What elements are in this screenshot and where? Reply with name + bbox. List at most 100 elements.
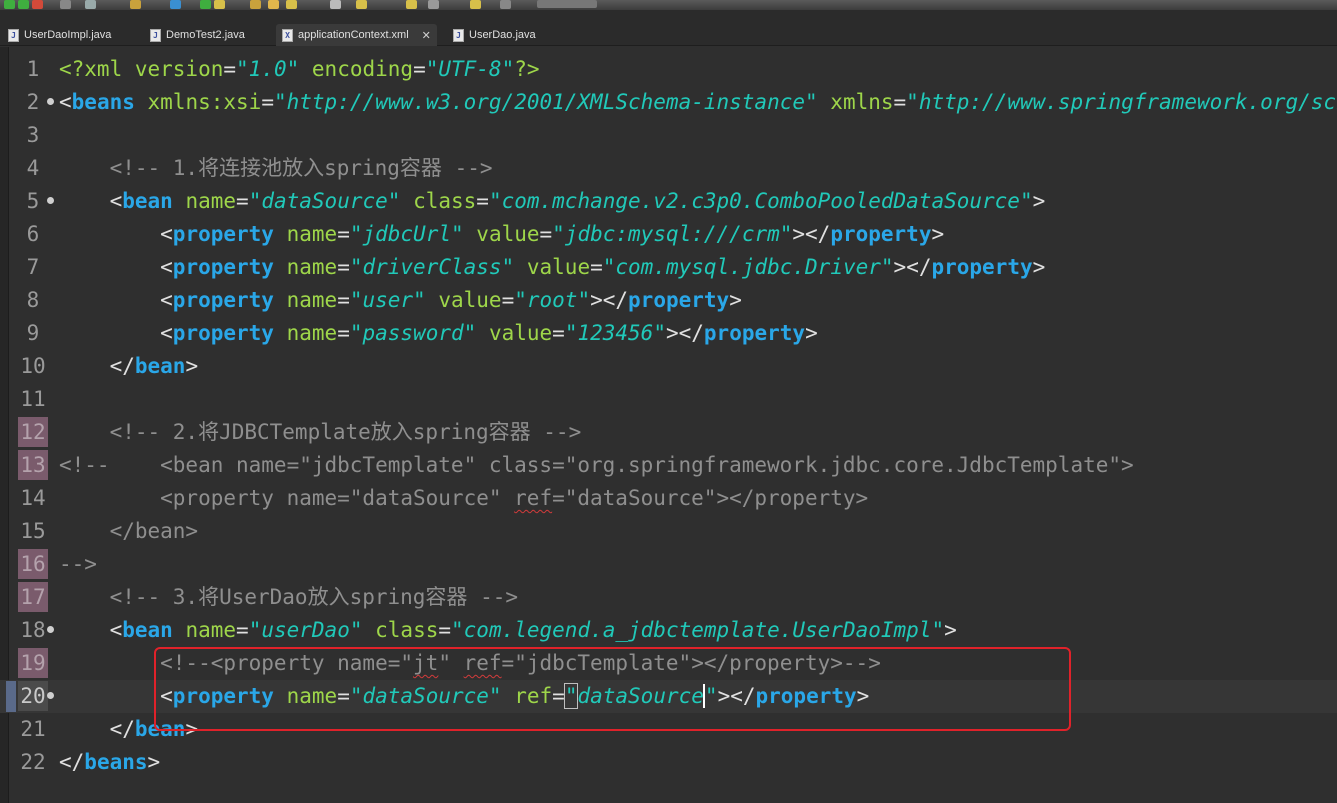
code-text[interactable]: <!-- 3.将UserDao放入spring容器 --> <box>59 581 518 614</box>
toolbar-button-icon[interactable] <box>330 0 341 9</box>
toolbar-button-icon[interactable] <box>500 0 511 9</box>
fold-toggle-icon[interactable] <box>47 692 54 699</box>
code-text[interactable]: <property name="password" value="123456"… <box>59 317 818 350</box>
code-line[interactable]: 9 <property name="password" value="12345… <box>0 317 1337 350</box>
tab-applicationcontext-xml[interactable]: XapplicationContext.xml ✕ <box>276 24 437 46</box>
toolbar-button-icon[interactable] <box>32 0 43 9</box>
code-token: > <box>185 717 199 741</box>
code-line[interactable]: 3 <box>0 119 1337 152</box>
code-text[interactable]: <!-- 2.将JDBCTemplate放入spring容器 --> <box>59 416 582 449</box>
line-number: 3 <box>26 123 40 147</box>
fold-toggle-icon[interactable] <box>47 626 54 633</box>
code-text[interactable]: <property name="jdbcUrl" value="jdbc:mys… <box>59 218 944 251</box>
toolbar-button-icon[interactable] <box>60 0 71 9</box>
code-text[interactable]: <property name="driverClass" value="com.… <box>59 251 1045 284</box>
code-text[interactable]: <property name="user" value="root"></pro… <box>59 284 742 317</box>
code-line[interactable]: 21 </bean> <box>0 713 1337 746</box>
code-text[interactable]: <?xml version="1.0" encoding="UTF-8"?> <box>59 53 540 86</box>
code-line[interactable]: 19 <!--<property name="jt" ref="jdbcTemp… <box>0 647 1337 680</box>
code-token: value <box>488 321 553 345</box>
toolbar-button-icon[interactable] <box>428 0 439 9</box>
line-number: 19 <box>18 648 48 678</box>
code-text[interactable]: </bean> <box>59 350 199 383</box>
code-token: name <box>286 288 338 312</box>
code-line[interactable]: 6 <property name="jdbcUrl" value="jdbc:m… <box>0 218 1337 251</box>
tab-demotest2-java[interactable]: J DemoTest2.java <box>144 24 251 46</box>
code-token: value <box>438 288 502 312</box>
code-token: "dataSource" <box>349 684 502 708</box>
code-text[interactable]: --> <box>59 548 97 581</box>
tab-userdao-java[interactable]: J UserDao.java <box>447 24 542 46</box>
code-line[interactable]: 16 --> <box>0 548 1337 581</box>
code-line[interactable]: 4 <!-- 1.将连接池放入spring容器 --> <box>0 152 1337 185</box>
code-text[interactable]: <!-- <bean name="jdbcTemplate" class="or… <box>59 449 1134 482</box>
code-line[interactable]: 1 <?xml version="1.0" encoding="UTF-8"?> <box>0 53 1337 86</box>
toolbar-button-icon[interactable] <box>18 0 29 9</box>
code-line[interactable]: 2 <beans xmlns:xsi="http://www.w3.org/200… <box>0 86 1337 119</box>
code-line[interactable]: 15 </bean> <box>0 515 1337 548</box>
code-token: > <box>931 222 945 246</box>
toolbar-button-icon[interactable] <box>356 0 367 9</box>
code-text[interactable]: </beans> <box>59 746 160 779</box>
code-line[interactable]: 17 <!-- 3.将UserDao放入spring容器 --> <box>0 581 1337 614</box>
code-line[interactable]: 13 <!-- <bean name="jdbcTemplate" class="… <box>0 449 1337 482</box>
code-token: = <box>590 255 603 279</box>
code-token: ?> <box>514 57 540 81</box>
line-number: 18 <box>20 618 46 642</box>
tab-userdaoimpl-java[interactable]: J UserDaoImpl.java <box>2 24 117 46</box>
code-line[interactable]: 22 </beans> <box>0 746 1337 779</box>
code-token: ></ <box>893 255 932 279</box>
code-token: > <box>1032 255 1046 279</box>
code-text[interactable]: <beans xmlns:xsi="http://www.w3.org/2001… <box>59 86 1337 119</box>
code-line[interactable]: 14 <property name="dataSource" ref="data… <box>0 482 1337 515</box>
toolbar-button-icon[interactable] <box>286 0 297 9</box>
code-text[interactable]: <!--<property name="jt" ref="jdbcTemplat… <box>59 647 881 680</box>
code-line[interactable]: 7 <property name="driverClass" value="co… <box>0 251 1337 284</box>
toolbar-button-icon[interactable] <box>268 0 279 9</box>
toolbar-combo[interactable] <box>537 0 597 8</box>
code-token: property <box>172 684 274 708</box>
toolbar-button-icon[interactable] <box>250 0 261 9</box>
line-number: 6 <box>26 222 40 246</box>
toolbar-button-icon[interactable] <box>4 0 15 9</box>
code-token: < <box>59 618 123 642</box>
toolbar-button-icon[interactable] <box>214 0 225 9</box>
code-token: name <box>185 189 237 213</box>
toolbar-button-icon[interactable] <box>130 0 141 9</box>
code-text[interactable]: <!-- 1.将连接池放入spring容器 --> <box>59 152 493 185</box>
toolbar-button-icon[interactable] <box>85 0 96 9</box>
code-token: "123456" <box>564 321 666 345</box>
toolbar-button-icon[interactable] <box>406 0 417 9</box>
code-token: class <box>375 618 439 642</box>
code-token: property <box>172 288 274 312</box>
code-line[interactable]: 11 <box>0 383 1337 416</box>
line-number: 11 <box>20 387 46 411</box>
code-line[interactable]: 12 <!-- 2.将JDBCTemplate放入spring容器 --> <box>0 416 1337 449</box>
code-editor[interactable]: 1 <?xml version="1.0" encoding="UTF-8"?> 2… <box>0 47 1337 803</box>
code-text[interactable]: <property name="dataSource" ref="dataSou… <box>59 482 868 515</box>
code-line[interactable]: 18 <bean name="userDao" class="com.legen… <box>0 614 1337 647</box>
code-token: = <box>893 90 907 114</box>
code-text[interactable]: </bean> <box>59 713 199 746</box>
xml-file-icon: X <box>282 28 293 42</box>
toolbar-button-icon[interactable] <box>470 0 481 9</box>
code-token: = <box>552 684 565 708</box>
code-token: < <box>59 684 173 708</box>
code-token: </ <box>59 750 85 774</box>
code-line[interactable]: 5 <bean name="dataSource" class="com.mch… <box>0 185 1337 218</box>
code-text[interactable]: </bean> <box>59 515 199 548</box>
toolbar-button-icon[interactable] <box>200 0 211 9</box>
code-text[interactable]: <property name="dataSource" ref="dataSou… <box>59 680 869 713</box>
code-line[interactable]: 8 <property name="user" value="root"></p… <box>0 284 1337 317</box>
code-line[interactable]: 20 <property name="dataSource" ref="data… <box>0 680 1337 713</box>
close-icon[interactable]: ✕ <box>422 29 431 42</box>
code-text[interactable]: <bean name="dataSource" class="com.mchan… <box>59 185 1046 218</box>
code-line[interactable]: 10 </bean> <box>0 350 1337 383</box>
fold-toggle-icon[interactable] <box>47 98 54 105</box>
toolbar-button-icon[interactable] <box>170 0 181 9</box>
fold-toggle-icon[interactable] <box>47 197 54 204</box>
code-text[interactable]: <bean name="userDao" class="com.legend.a… <box>59 614 957 647</box>
